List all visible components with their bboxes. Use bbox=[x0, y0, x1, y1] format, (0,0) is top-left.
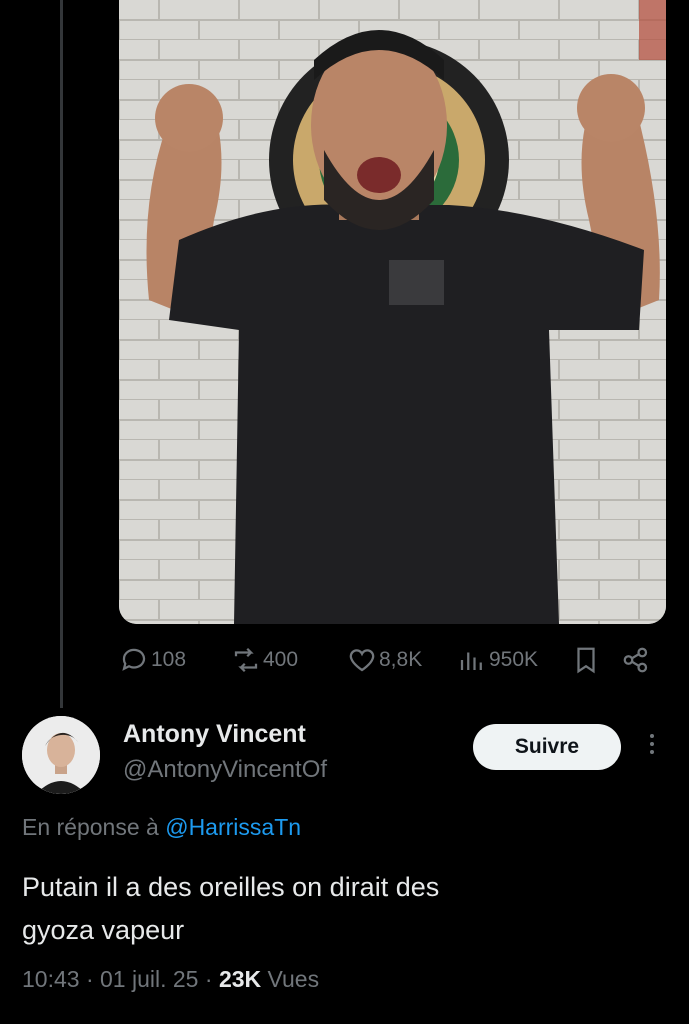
reply-author-name[interactable]: Antony Vincent bbox=[123, 720, 306, 749]
meta-separator: · bbox=[85, 966, 101, 992]
views-action[interactable]: 950K bbox=[457, 640, 538, 680]
in-reply-handle-link[interactable]: @HarrissaTn bbox=[165, 814, 301, 840]
heart-icon bbox=[349, 649, 375, 672]
repost-action[interactable]: 400 bbox=[231, 640, 298, 680]
reply-views-label: Vues bbox=[267, 966, 320, 992]
reply-meta: 10:43 · 01 juil. 25 · 23K Vues bbox=[22, 966, 319, 993]
follow-button[interactable]: Suivre bbox=[473, 724, 621, 770]
repost-count: 400 bbox=[263, 648, 299, 671]
like-count: 8,8K bbox=[379, 648, 423, 671]
avatar-illustration bbox=[22, 716, 100, 794]
share-icon bbox=[623, 647, 648, 673]
photo-illustration bbox=[119, 0, 666, 624]
reply-count: 108 bbox=[151, 648, 187, 671]
repost-icon bbox=[234, 647, 258, 673]
reply-author-handle[interactable]: @AntonyVincentOf bbox=[123, 756, 327, 784]
views-chart-icon bbox=[460, 652, 482, 670]
reply-text: Putain il a des oreilles on dirait des g… bbox=[22, 866, 662, 952]
like-action[interactable]: 8,8K bbox=[347, 640, 422, 680]
more-vertical-icon[interactable] bbox=[642, 730, 662, 766]
avatar[interactable] bbox=[22, 716, 100, 794]
share-action[interactable] bbox=[621, 640, 651, 680]
bookmark-action[interactable] bbox=[571, 640, 601, 680]
bookmark-icon bbox=[577, 647, 595, 674]
reply-text-line: gyoza vapeur bbox=[22, 915, 185, 945]
reply-date[interactable]: 01 juil. 25 bbox=[100, 966, 198, 992]
thread-connector-line bbox=[60, 0, 63, 708]
reply-views-count: 23K bbox=[218, 966, 262, 992]
reply-author-header: Antony Vincent @AntonyVincentOf Suivre bbox=[22, 716, 672, 796]
comment-icon bbox=[122, 648, 146, 671]
reply-time[interactable]: 10:43 bbox=[22, 966, 80, 992]
views-count: 950K bbox=[489, 648, 539, 671]
in-reply-prefix: En réponse à bbox=[22, 814, 159, 840]
reply-text-line: Putain il a des oreilles on dirait des bbox=[22, 872, 440, 902]
in-reply-to: En réponse à @HarrissaTn bbox=[22, 814, 301, 841]
post-photo[interactable] bbox=[119, 0, 666, 624]
reply-action[interactable]: 108 bbox=[119, 640, 186, 680]
post-actions-bar: 108 400 8,8K 950K bbox=[119, 640, 659, 680]
meta-separator: · bbox=[204, 966, 219, 992]
